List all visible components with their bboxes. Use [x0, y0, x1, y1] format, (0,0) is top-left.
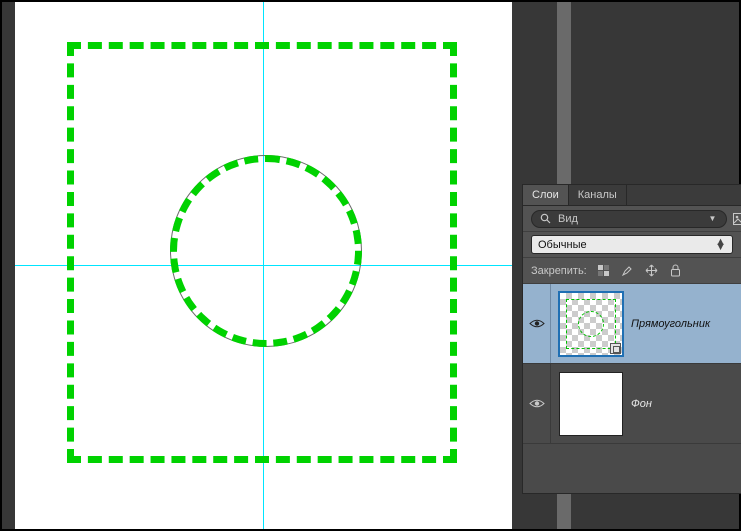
- layer-filter[interactable]: ▼: [531, 210, 727, 228]
- layers-panel: Слои Каналы ▼ Обычные ▲▼ Закрепить:: [522, 184, 741, 494]
- layer-name[interactable]: Прямоугольник: [631, 318, 710, 330]
- lock-row: Закрепить:: [523, 258, 741, 284]
- tab-layers[interactable]: Слои: [523, 185, 569, 205]
- lock-move-icon[interactable]: [643, 262, 661, 280]
- canvas[interactable]: [15, 2, 512, 529]
- chevron-down-icon[interactable]: ▼: [705, 211, 720, 226]
- layer-row-rectangle[interactable]: Прямоугольник: [523, 284, 741, 364]
- blend-row: Обычные ▲▼: [523, 232, 741, 258]
- visibility-toggle[interactable]: [523, 284, 551, 363]
- layer-name[interactable]: Фон: [631, 398, 652, 410]
- thumb-circle-icon: [578, 311, 604, 337]
- layer-row-background[interactable]: Фон: [523, 364, 741, 444]
- search-icon: [538, 211, 553, 226]
- layer-thumbnail[interactable]: [559, 372, 623, 436]
- blend-mode-value: Обычные: [538, 239, 587, 251]
- lock-all-icon[interactable]: [667, 262, 685, 280]
- blend-mode-select[interactable]: Обычные ▲▼: [531, 235, 733, 254]
- panel-tabs: Слои Каналы: [523, 185, 741, 206]
- layer-filter-input[interactable]: [558, 213, 700, 225]
- lock-pixels-icon[interactable]: [595, 262, 613, 280]
- lock-brush-icon[interactable]: [619, 262, 637, 280]
- vector-mask-badge-icon: [610, 343, 621, 354]
- layers-list: Прямоугольник Фон: [523, 284, 741, 493]
- visibility-toggle[interactable]: [523, 364, 551, 443]
- lock-label: Закрепить:: [531, 265, 587, 277]
- shape-circle-dashed[interactable]: [170, 155, 362, 347]
- layer-thumbnail[interactable]: [559, 292, 623, 356]
- image-icon[interactable]: [733, 211, 741, 226]
- filter-row: ▼: [523, 206, 741, 232]
- tab-channels[interactable]: Каналы: [569, 185, 627, 205]
- select-arrows-icon: ▲▼: [715, 240, 726, 250]
